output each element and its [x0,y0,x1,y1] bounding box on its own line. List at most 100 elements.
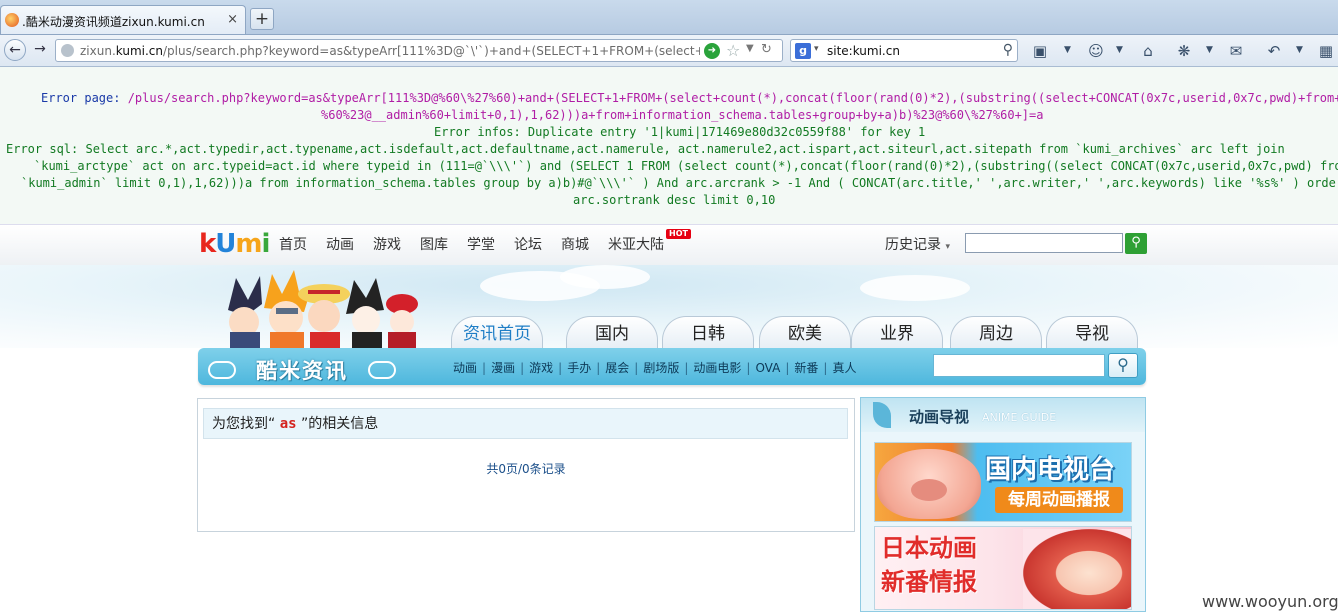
subnav-item-figures[interactable]: 手办 [567,361,591,375]
promo-subtitle: 新番情报 [881,568,977,596]
kumi-news-brand[interactable]: 酷米资讯 [208,352,404,383]
error-page-line: Error page: /plus/search.php?keyword=as&… [41,91,1338,105]
go-arrow-icon[interactable]: ➜ [704,43,720,59]
subnav-item-theatrical[interactable]: 剧场版 [643,361,679,375]
subnav-item-animation[interactable]: 动画 [453,361,477,375]
promo-domestic-tv[interactable]: 国内电视台 每周动画播报 [874,442,1132,522]
error-sql-line-2: `kumi_arctype` act on arc.typeid=act.id … [34,159,1338,173]
forward-arrow-icon[interactable]: → [29,39,51,61]
nav-forum[interactable]: 论坛 [514,234,542,254]
pig-character-illustration [877,449,981,519]
swirl-icon [208,361,236,379]
leaf-icon [873,402,891,428]
address-url[interactable]: zixun.kumi.cn/plus/search.php?keyword=as… [80,44,700,58]
cloud-decoration [860,275,970,301]
smiley-addon-icon[interactable]: ☺ [1086,41,1106,61]
toolbar-dropdown-icon[interactable]: ▼ [1296,45,1303,55]
sql-error-output: Error page: /plus/search.php?keyword=as&… [0,67,1338,224]
reload-icon[interactable]: ↻ [761,42,772,57]
toolbar-dropdown-icon[interactable]: ▼ [1064,45,1071,55]
history-dropdown-icon[interactable]: ▼ [746,43,754,54]
browser-tab-bar: .酷米动漫资讯频道zixun.kumi.cn × + [0,0,1338,35]
subnav-item-anime-film[interactable]: 动画电影 [693,361,741,375]
results-count: 共0页/0条记录 [486,462,566,476]
subnav-item-games[interactable]: 游戏 [529,361,553,375]
tab-news-home[interactable]: 资讯首页 [451,316,543,349]
nav-school[interactable]: 学堂 [467,234,495,254]
tab-west[interactable]: 欧美 [759,316,851,349]
nav-shop[interactable]: 商城 [561,234,589,254]
browser-search-box[interactable]: g ▾ site:kumi.cn ⚲ [790,39,1018,62]
search-query[interactable]: site:kumi.cn [827,44,900,58]
sidebar-header: 动画导视 ANIME GUIDE [861,398,1145,432]
results-heading: 为您找到“ as ”的相关信息 [203,408,848,439]
site-favicon-icon [5,13,19,27]
error-page-line-cont: %60%23@__admin%60+limit+0,1),1,62)))a+fr… [321,108,1044,122]
globe-icon [61,44,74,57]
tab-domestic[interactable]: 国内 [566,316,658,349]
search-icon[interactable]: ⚲ [1003,42,1013,58]
news-search-input[interactable] [933,354,1105,377]
browser-tab[interactable]: .酷米动漫资讯频道zixun.kumi.cn × [0,5,246,34]
back-arrow-icon[interactable]: ← [4,39,26,61]
home-icon[interactable]: ⌂ [1138,41,1158,61]
sidebar-title: 动画导视 [909,408,970,426]
promo-subtitle: 每周动画播报 [995,487,1123,513]
cloud-decoration [560,265,650,289]
toolbar-dropdown-icon[interactable]: ▼ [1206,45,1213,55]
tab-title: .酷米动漫资讯频道zixun.kumi.cn [22,15,205,29]
toolbar-dropdown-icon[interactable]: ▼ [1116,45,1123,55]
swirl-icon [368,361,396,379]
subnav-links: 动画 | 漫画 | 游戏 | 手办 | 展会 | 剧场版 | 动画电影 | OVA | 新番 | 真人 [453,361,857,375]
news-search-button[interactable]: ⚲ [1108,353,1138,378]
nav-home[interactable]: 首页 [279,234,307,254]
tab-japan-korea[interactable]: 日韩 [662,316,754,349]
nav-animation[interactable]: 动画 [326,234,354,254]
nav-miya[interactable]: 米亚大陆 [608,234,664,254]
site-search-input[interactable] [965,233,1123,253]
subnav-item-ova[interactable]: OVA [755,361,780,375]
promo-title: 国内电视台 [985,455,1116,485]
address-bar[interactable]: zixun.kumi.cn/plus/search.php?keyword=as… [55,39,783,62]
nav-games[interactable]: 游戏 [373,234,401,254]
error-sql-line-3: `kumi_admin` limit 0,1),1,62)))a from in… [21,176,1338,190]
anime-guide-sidebar: 动画导视 ANIME GUIDE 国内电视台 每周动画播报 日本动画 新番情报 [860,397,1146,612]
menu-grid-icon[interactable]: ▦ [1316,41,1336,61]
search-keyword: as [279,416,297,432]
promo-title: 日本动画 [881,534,977,562]
chevron-down-icon: ▾ [945,242,950,252]
mail-icon[interactable]: ✉ [1226,41,1246,61]
undo-arrow-icon[interactable]: ↶ [1264,41,1284,61]
kumi-logo[interactable]: kUmi [199,229,270,259]
tab-merch[interactable]: 周边 [950,316,1042,349]
nav-gallery[interactable]: 图库 [420,234,448,254]
engine-dropdown-icon[interactable]: ▾ [814,44,819,54]
search-icon: ⚲ [1131,235,1141,250]
site-search-button[interactable]: ⚲ [1125,233,1147,254]
tab-industry[interactable]: 业界 [851,316,943,349]
history-menu[interactable]: 历史记录 ▾ [885,234,950,254]
anime-characters-illustration [228,270,418,350]
subnav-item-new-season[interactable]: 新番 [794,361,818,375]
error-sql-line-4: arc.sortrank desc limit 0,10 [573,193,776,207]
screenshot-tool-icon[interactable]: ▣ [1030,41,1050,61]
google-engine-icon[interactable]: g [795,43,811,59]
promo-japan-new-season[interactable]: 日本动画 新番情报 [874,526,1132,610]
bug-addon-icon[interactable]: ❋ [1174,41,1194,61]
search-results-panel: 为您找到“ as ”的相关信息 共0页/0条记录 [197,398,855,532]
bookmark-star-icon[interactable]: ☆ [726,41,740,60]
search-icon: ⚲ [1117,355,1129,374]
subnav-item-comics[interactable]: 漫画 [491,361,515,375]
subnav-item-live-action[interactable]: 真人 [832,361,856,375]
subnav-item-expo[interactable]: 展会 [605,361,629,375]
tab-guide[interactable]: 导视 [1046,316,1138,349]
error-infos-line: Error infos: Duplicate entry '1|kumi|171… [434,125,926,139]
error-sql-line: Error sql: Select arc.*,act.typedir,act.… [6,142,1285,156]
new-tab-button[interactable]: + [250,8,274,30]
close-tab-icon[interactable]: × [227,12,238,27]
hot-badge: HOT [666,229,691,239]
wooyun-watermark: www.wooyun.org [1202,592,1338,611]
channel-subnav-bar: 酷米资讯 动画 | 漫画 | 游戏 | 手办 | 展会 | 剧场版 | 动画电影 | OVA | 新番 | 真人 ⚲ [198,348,1146,385]
browser-nav-bar: ← → zixun.kumi.cn/plus/search.php?keywor… [0,35,1338,67]
sidebar-subtitle: ANIME GUIDE [982,411,1057,424]
